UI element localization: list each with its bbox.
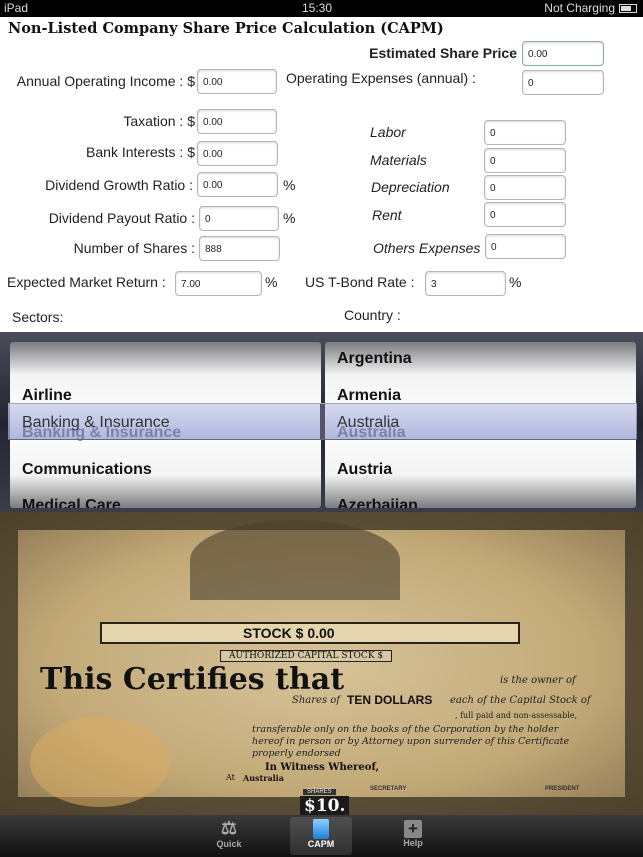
expected-market-return-label: Expected Market Return :: [7, 274, 166, 290]
page-title: Non-Listed Company Share Price Calculati…: [8, 20, 444, 37]
shares-label: SHARES: [303, 789, 336, 795]
president-label: PRESIDENT: [545, 786, 580, 792]
status-bar: iPad 15:30 Not Charging: [0, 0, 643, 17]
picker-selection-bar: Banking & Insurance Australia: [8, 403, 637, 440]
bank-interests-label: Bank Interests : $: [86, 144, 195, 160]
depreciation-field[interactable]: 0: [484, 175, 566, 200]
authorized-capital: AUTHORIZED CAPITAL STOCK $: [220, 650, 393, 662]
tab-label: Quick: [216, 839, 242, 849]
depreciation-label: Depreciation: [371, 179, 450, 195]
gold-seal: [30, 717, 170, 807]
globe-emblem: [190, 520, 400, 600]
labor-field[interactable]: 0: [484, 120, 566, 145]
others-expenses-label: Others Expenses: [373, 240, 481, 256]
bank-interests-field[interactable]: 0.00: [197, 141, 278, 166]
others-expenses-field[interactable]: 0: [485, 234, 566, 259]
operating-expenses-field[interactable]: 0: [522, 70, 604, 95]
taxation-field[interactable]: 0.00: [197, 109, 277, 134]
tab-help[interactable]: + Help: [382, 817, 444, 855]
country-label: Country :: [344, 307, 401, 323]
at-text: At: [226, 773, 235, 782]
tab-bar: ⚖ Quick CAPM + Help: [0, 815, 643, 857]
plus-icon: +: [404, 820, 422, 838]
materials-field[interactable]: 0: [484, 148, 566, 173]
scales-icon: ⚖: [220, 818, 238, 838]
percent-unit: %: [509, 274, 522, 290]
sector-option[interactable]: Medical Care: [22, 487, 121, 508]
country-option[interactable]: Argentina: [337, 342, 412, 377]
secretary-label: SECRETARY: [370, 786, 407, 792]
denomination: $10.: [300, 796, 350, 815]
certificate-body: transferable only on the books of the Co…: [252, 724, 570, 759]
operating-expenses-label: Operating Expenses (annual) :: [286, 70, 476, 86]
number-of-shares-label: Number of Shares :: [73, 240, 195, 256]
us-tbond-rate-field[interactable]: 3: [425, 271, 506, 296]
calculator-icon: [313, 819, 329, 839]
percent-unit: %: [265, 274, 278, 290]
battery-status: Not Charging: [544, 1, 615, 15]
rent-field[interactable]: 0: [484, 202, 566, 227]
dividend-payout-ratio-label: Dividend Payout Ratio :: [48, 210, 195, 226]
expected-market-return-field[interactable]: 7.00: [175, 271, 262, 296]
percent-unit: %: [283, 210, 296, 226]
dividend-growth-ratio-label: Dividend Growth Ratio :: [45, 177, 193, 193]
estimated-share-price-field[interactable]: 0.00: [522, 41, 604, 66]
device-name: iPad: [4, 1, 29, 15]
selected-country: Australia: [337, 414, 400, 431]
sector-option[interactable]: Communications: [22, 451, 152, 488]
us-tbond-rate-label: US T-Bond Rate :: [305, 274, 415, 290]
full-paid-text: , full paid and non-assessable,: [455, 711, 578, 720]
tab-quick[interactable]: ⚖ Quick: [198, 817, 260, 855]
tab-capm[interactable]: CAPM: [290, 817, 352, 855]
materials-label: Materials: [370, 152, 427, 168]
labor-label: Labor: [370, 124, 406, 140]
country-option[interactable]: Azerbaijan: [337, 487, 418, 508]
certificate-location: Australia: [243, 773, 284, 783]
annual-operating-income-label: Annual Operating Income : $: [16, 73, 195, 89]
estimated-share-price-label: Estimated Share Price: [369, 45, 517, 61]
clock: 15:30: [302, 1, 333, 15]
stock-amount: STOCK $ 0.00: [243, 625, 335, 641]
tab-label: CAPM: [307, 839, 335, 849]
tab-label: Help: [403, 838, 423, 848]
country-option[interactable]: Austria: [337, 451, 392, 488]
number-of-shares-field[interactable]: 888: [199, 236, 280, 261]
rent-label: Rent: [372, 207, 402, 223]
taxation-label: Taxation : $: [123, 113, 195, 129]
sectors-label: Sectors:: [12, 309, 64, 325]
each-text: each of the Capital Stock of: [450, 695, 591, 706]
witness-text: In Witness Whereof,: [265, 762, 380, 773]
par-value: TEN DOLLARS: [347, 693, 433, 707]
dividend-growth-ratio-field[interactable]: 0.00: [197, 172, 278, 197]
battery-icon: [619, 4, 637, 13]
stock-certificate: STOCK $ 0.00 AUTHORIZED CAPITAL STOCK $ …: [0, 512, 643, 815]
annual-operating-income-field[interactable]: 0.00: [197, 69, 277, 94]
owner-text: is the owner of: [500, 675, 576, 686]
shares-of-text: Shares of: [292, 695, 340, 706]
dividend-payout-ratio-field[interactable]: 0: [199, 206, 279, 231]
percent-unit: %: [283, 177, 296, 193]
selected-sector: Banking & Insurance: [22, 414, 170, 431]
certifies-heading: This Certifies that: [40, 662, 345, 697]
